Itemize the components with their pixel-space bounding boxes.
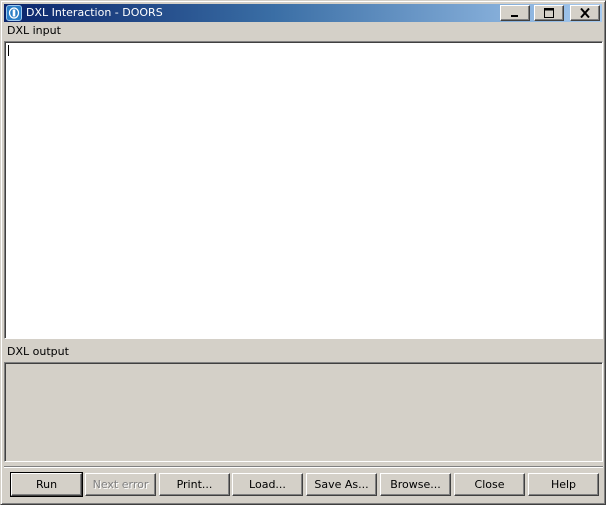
title-bar[interactable]: DXL Interaction - DOORS — [4, 4, 602, 22]
dxl-interaction-window: DXL Interaction - DOORS DXL input DXL ou… — [0, 0, 606, 505]
dxl-input-editor[interactable] — [4, 41, 603, 339]
maximize-button[interactable] — [534, 5, 564, 21]
close-window-button[interactable] — [570, 5, 600, 21]
run-button[interactable]: Run — [10, 472, 83, 497]
dxl-output-pane[interactable] — [4, 362, 603, 462]
dxl-output-label: DXL output — [7, 345, 69, 358]
close-icon — [580, 8, 590, 18]
maximize-icon — [544, 8, 554, 18]
doors-app-icon[interactable] — [6, 5, 22, 21]
minimize-button[interactable] — [500, 5, 530, 21]
load-button[interactable]: Load... — [232, 473, 303, 496]
close-button[interactable]: Close — [454, 473, 525, 496]
minimize-icon — [511, 15, 518, 17]
text-caret — [8, 45, 9, 56]
save-as-button[interactable]: Save As... — [306, 473, 377, 496]
window-title: DXL Interaction - DOORS — [26, 6, 163, 19]
print-button[interactable]: Print... — [159, 473, 230, 496]
help-button[interactable]: Help — [528, 473, 599, 496]
next-error-button[interactable]: Next error — [85, 473, 156, 496]
button-separator — [4, 466, 603, 468]
browse-button[interactable]: Browse... — [380, 473, 451, 496]
dxl-input-label: DXL input — [7, 24, 61, 37]
